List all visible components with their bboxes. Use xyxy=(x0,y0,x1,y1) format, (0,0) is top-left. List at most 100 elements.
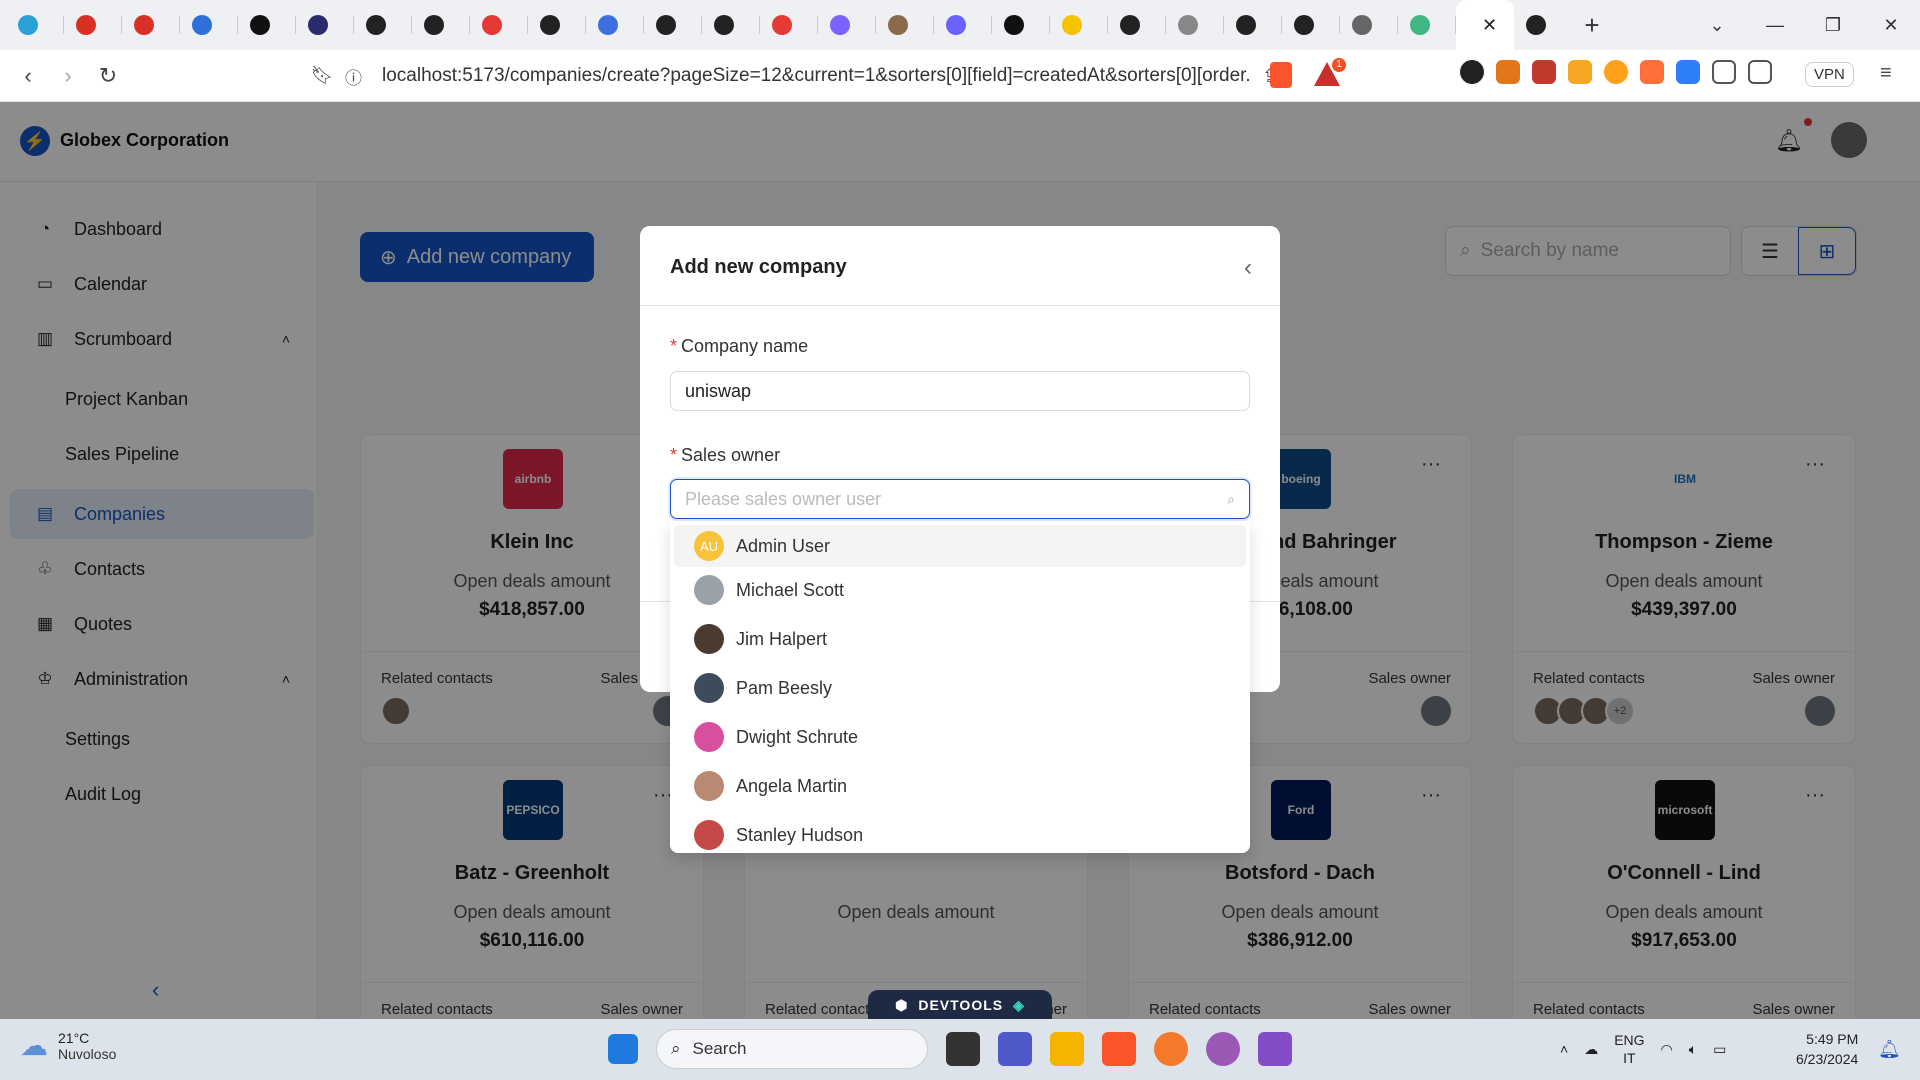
menu-icon[interactable]: ≡ xyxy=(1880,62,1892,85)
browser-tab[interactable] xyxy=(586,0,644,50)
reload-button[interactable]: ↻ xyxy=(88,63,128,89)
browser-tab[interactable] xyxy=(1398,0,1456,50)
clock[interactable]: 5:49 PM 6/23/2024 xyxy=(1796,1029,1858,1069)
active-browser-tab[interactable]: ✕ xyxy=(1456,0,1514,50)
gmail-icon xyxy=(76,15,96,35)
devtools-target-icon: ◈ xyxy=(1013,996,1025,1013)
brave-browser-icon[interactable] xyxy=(1102,1032,1136,1066)
avatar: AU xyxy=(694,531,724,561)
extension-icon[interactable] xyxy=(1568,60,1592,84)
extension-icon[interactable] xyxy=(1640,60,1664,84)
browser-tab[interactable] xyxy=(644,0,702,50)
language-indicator[interactable]: ENG IT xyxy=(1614,1031,1644,1067)
task-view-icon[interactable] xyxy=(946,1032,980,1066)
option-label: Stanley Hudson xyxy=(736,824,864,845)
extension-icon[interactable] xyxy=(1676,60,1700,84)
sales-owner-option[interactable]: Michael Scott xyxy=(674,569,1246,611)
browser-tab[interactable] xyxy=(934,0,992,50)
brave-shield-icon[interactable] xyxy=(1270,62,1292,88)
site-info-icon[interactable]: ⓘ xyxy=(345,64,362,89)
browser-tab[interactable] xyxy=(760,0,818,50)
github-icon xyxy=(366,15,386,35)
sales-owner-option[interactable]: Angela Martin xyxy=(674,765,1246,807)
battery-icon[interactable]: ▭ xyxy=(1713,1041,1726,1058)
chevron-up-icon[interactable]: ˄ xyxy=(1560,1041,1568,1057)
teams-icon[interactable] xyxy=(998,1032,1032,1066)
windows-start-icon[interactable] xyxy=(608,1034,638,1064)
extensions-area xyxy=(1460,60,1772,84)
blender-icon[interactable] xyxy=(1154,1032,1188,1066)
weather-widget[interactable]: ☁ 21°C Nuvoloso xyxy=(20,1029,116,1062)
sales-owner-option[interactable]: Stanley Hudson xyxy=(674,814,1246,853)
file-explorer-icon[interactable] xyxy=(1050,1032,1084,1066)
close-tab-icon[interactable]: ✕ xyxy=(1482,15,1497,36)
language-code: ENG xyxy=(1614,1032,1645,1048)
volume-icon[interactable]: 🔈︎ xyxy=(1689,1041,1697,1058)
tab-list-icon[interactable]: ⌄ xyxy=(1688,15,1746,36)
browser-tab[interactable] xyxy=(1340,0,1398,50)
company-name-input[interactable]: uniswap xyxy=(670,371,1250,411)
sales-owner-select[interactable]: Please sales owner user ⌕ xyxy=(670,479,1250,519)
minimize-button[interactable]: — xyxy=(1746,15,1804,36)
sales-owner-option[interactable]: Jim Halpert xyxy=(674,618,1246,660)
browser-tab[interactable] xyxy=(528,0,586,50)
browser-tab[interactable] xyxy=(1282,0,1340,50)
docs-icon xyxy=(598,15,618,35)
extension-icon[interactable] xyxy=(1460,60,1484,84)
browser-tab[interactable] xyxy=(296,0,354,50)
sales-owner-label-text: Sales owner xyxy=(681,445,781,465)
wifi-icon[interactable]: ◠ xyxy=(1661,1041,1673,1058)
search-icon: ⌕ xyxy=(1227,490,1235,507)
notification-tab-icon xyxy=(772,15,792,35)
devtools-button[interactable]: ⬢ DEVTOOLS ◈ xyxy=(868,990,1052,1020)
notifications-icon[interactable]: 🔔︎ xyxy=(1878,1039,1901,1060)
browser-tab[interactable] xyxy=(64,0,122,50)
window-controls: ⌄ — ❐ ✕ xyxy=(1688,0,1920,50)
browser-tab[interactable] xyxy=(470,0,528,50)
extension-icon[interactable] xyxy=(1532,60,1556,84)
browser-tab[interactable] xyxy=(1514,0,1572,50)
bookmark-icon[interactable]: 🔖︎ xyxy=(302,65,342,86)
modal-title: Add new company xyxy=(670,256,847,278)
browser-tab[interactable] xyxy=(354,0,412,50)
radix-icon xyxy=(946,15,966,35)
browser-tab[interactable] xyxy=(412,0,470,50)
extension-icon[interactable] xyxy=(1604,60,1628,84)
github-icon xyxy=(540,15,560,35)
close-icon[interactable]: ‹ xyxy=(1244,254,1252,282)
browser-tab[interactable] xyxy=(1166,0,1224,50)
taskbar-search[interactable]: ⌕ Search xyxy=(656,1029,928,1069)
onedrive-icon[interactable]: ☁ xyxy=(1584,1041,1598,1058)
browser-tab[interactable] xyxy=(876,0,934,50)
browser-tab[interactable] xyxy=(180,0,238,50)
browser-tab[interactable] xyxy=(1050,0,1108,50)
doc-icon xyxy=(1178,15,1198,35)
browser-tab[interactable] xyxy=(6,0,64,50)
maximize-button[interactable]: ❐ xyxy=(1804,15,1862,36)
sales-owner-option[interactable]: Dwight Schrute xyxy=(674,716,1246,758)
back-button[interactable]: ‹ xyxy=(8,63,48,89)
new-tab-button[interactable]: + xyxy=(1572,10,1612,41)
browser-tab[interactable] xyxy=(702,0,760,50)
forward-button[interactable]: › xyxy=(48,63,88,89)
app-icon[interactable] xyxy=(1206,1032,1240,1066)
visual-studio-icon[interactable] xyxy=(1258,1032,1292,1066)
browser-tab[interactable] xyxy=(122,0,180,50)
metamask-icon[interactable] xyxy=(1496,60,1520,84)
close-window-button[interactable]: ✕ xyxy=(1862,15,1920,36)
url-field[interactable]: ⓘ localhost:5173/companies/create?pageSi… xyxy=(345,56,1345,96)
browser-tab[interactable] xyxy=(1224,0,1282,50)
sales-owner-option[interactable]: Pam Beesly xyxy=(674,667,1246,709)
taskbar-apps: ⌕ Search xyxy=(608,1029,1292,1069)
gmail-icon xyxy=(134,15,154,35)
browser-tab[interactable] xyxy=(992,0,1050,50)
url-text[interactable]: localhost:5173/companies/create?pageSize… xyxy=(382,65,1252,87)
sales-owner-option[interactable]: AU Admin User xyxy=(674,525,1246,567)
browser-tab[interactable] xyxy=(238,0,296,50)
wallet-icon[interactable] xyxy=(1748,60,1772,84)
github-icon xyxy=(1236,15,1256,35)
vpn-button[interactable]: VPN xyxy=(1805,62,1854,87)
extensions-puzzle-icon[interactable] xyxy=(1712,60,1736,84)
browser-tab[interactable] xyxy=(818,0,876,50)
browser-tab[interactable] xyxy=(1108,0,1166,50)
